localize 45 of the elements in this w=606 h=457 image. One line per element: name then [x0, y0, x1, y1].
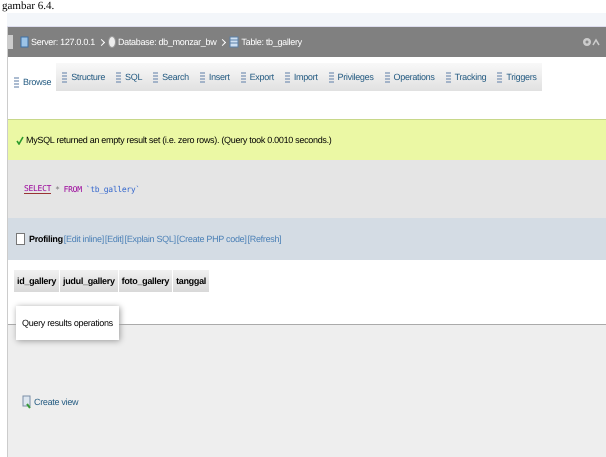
profiling-checkbox[interactable] — [16, 233, 25, 245]
tab[interactable]: Import — [278, 63, 323, 91]
tab-icon — [496, 71, 504, 83]
tab-icon — [384, 71, 391, 83]
sql-operator: * — [55, 184, 60, 194]
tab-icon — [61, 71, 68, 83]
tab-icon — [444, 71, 452, 83]
tab-icon — [13, 76, 20, 88]
tab[interactable]: Search — [147, 63, 194, 91]
view-icon — [22, 395, 32, 409]
tab-icon — [240, 71, 247, 83]
tab-icon — [198, 71, 206, 83]
profiling-label: Profiling — [29, 234, 63, 244]
tab-icon — [284, 71, 291, 83]
tab-icon — [152, 71, 160, 83]
sql-keyword: SELECT — [24, 184, 52, 194]
column-header[interactable]: judul_gallery — [60, 270, 118, 292]
breadcrumb-link[interactable]: Table: tb_gallery — [229, 36, 302, 48]
figure-caption: gambar 6.4. — [1, 0, 56, 13]
tab[interactable]: Triggers — [491, 63, 542, 91]
operations-legend: Query results operations — [16, 306, 119, 340]
tab[interactable]: Tracking — [440, 63, 492, 91]
tab-icon — [115, 71, 122, 83]
checkmark-icon — [16, 136, 24, 144]
tab[interactable]: Structure — [56, 63, 110, 91]
tab[interactable]: Privileges — [322, 63, 379, 91]
message-text: MySQL returned an empty result set (i.e. zero rows). (Query took 0.0010 seconds.) — [26, 135, 332, 145]
database-icon — [108, 36, 116, 48]
tab[interactable]: Export — [234, 63, 279, 91]
tab[interactable]: Insert — [194, 63, 235, 91]
table-icon — [229, 36, 240, 48]
tab[interactable]: SQL — [110, 63, 148, 91]
settings-icon[interactable] — [582, 36, 600, 48]
column-header[interactable]: tanggal — [173, 270, 209, 292]
column-header[interactable]: foto_gallery — [118, 270, 172, 292]
tab-icon — [328, 71, 335, 83]
sql-keyword: FROM — [64, 184, 82, 194]
breadcrumb-link[interactable]: Database: db_monzar_bw — [108, 36, 216, 48]
server-icon — [20, 36, 29, 48]
tab[interactable]: Operations — [378, 63, 440, 91]
collapse-handle[interactable] — [8, 35, 13, 49]
breadcrumb-link[interactable]: Server: 127.0.0.1 — [20, 36, 95, 48]
create-view-link[interactable]: Create view — [22, 395, 606, 409]
sql-table-name: `tb_gallery` — [86, 184, 140, 194]
column-header[interactable]: id_gallery — [14, 270, 60, 292]
